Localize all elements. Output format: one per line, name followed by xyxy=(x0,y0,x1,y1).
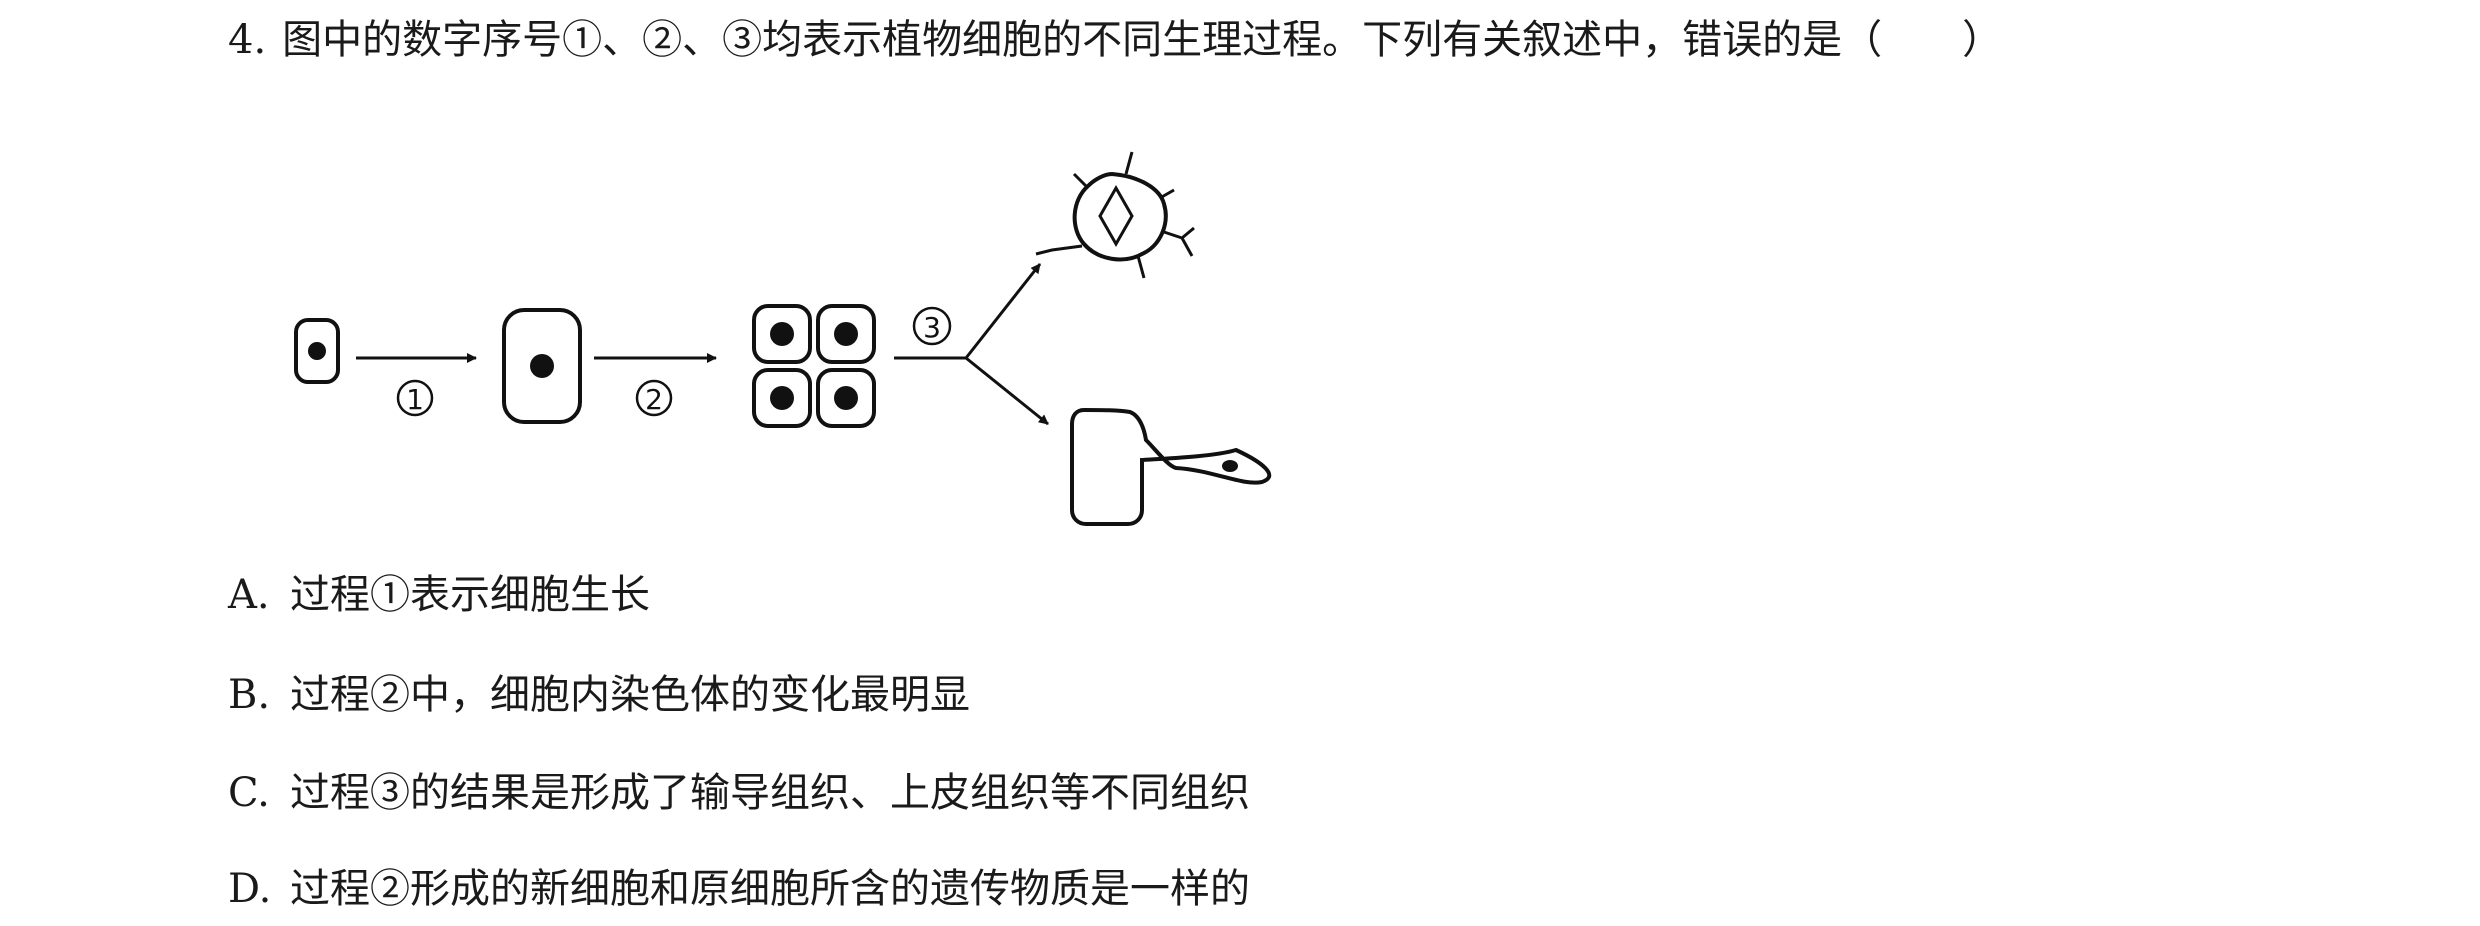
label-process-2: 2 xyxy=(635,379,673,417)
option-c-text: 过程③的结果是形成了输导组织、上皮组织等不同组织 xyxy=(290,770,1250,816)
option-d-letter: D. xyxy=(228,866,272,912)
option-d[interactable]: D. 过程②形成的新细胞和原细胞所含的遗传物质是一样的 xyxy=(228,857,1250,921)
option-a-text: 过程①表示细胞生长 xyxy=(290,572,650,618)
option-b-letter: B. xyxy=(228,672,271,718)
question-stem: 4. 图中的数字序号①、②、③均表示植物细胞的不同生理过程。下列有关叙述中，错误的… xyxy=(228,8,2002,72)
option-d-text: 过程②形成的新细胞和原细胞所含的遗传物质是一样的 xyxy=(290,866,1250,912)
divided-cells xyxy=(752,304,876,428)
grown-cell xyxy=(502,308,582,424)
option-b-text: 过程②中，细胞内染色体的变化最明显 xyxy=(290,672,970,718)
arrow-process-3 xyxy=(894,263,1049,426)
differentiated-cell-lower xyxy=(1070,407,1272,526)
option-b[interactable]: B. 过程②中，细胞内染色体的变化最明显 xyxy=(228,663,970,727)
question-number: 4. xyxy=(228,17,267,63)
cell-process-diagram: 1 2 3 xyxy=(294,151,1272,526)
question-text: 图中的数字序号①、②、③均表示植物细胞的不同生理过程。下列有关叙述中，错误的是（… xyxy=(282,17,2003,63)
label-process-1: 1 xyxy=(396,379,434,417)
option-c-letter: C. xyxy=(228,770,270,816)
svg-text:3: 3 xyxy=(923,311,941,344)
svg-text:2: 2 xyxy=(645,383,663,416)
option-a-letter: A. xyxy=(228,572,270,618)
label-process-3: 3 xyxy=(912,306,952,346)
option-a[interactable]: A. 过程①表示细胞生长 xyxy=(228,563,650,627)
option-c[interactable]: C. 过程③的结果是形成了输导组织、上皮组织等不同组织 xyxy=(228,761,1250,825)
svg-text:1: 1 xyxy=(406,383,424,416)
small-cell xyxy=(294,318,340,384)
differentiated-cell-upper xyxy=(1035,151,1195,279)
